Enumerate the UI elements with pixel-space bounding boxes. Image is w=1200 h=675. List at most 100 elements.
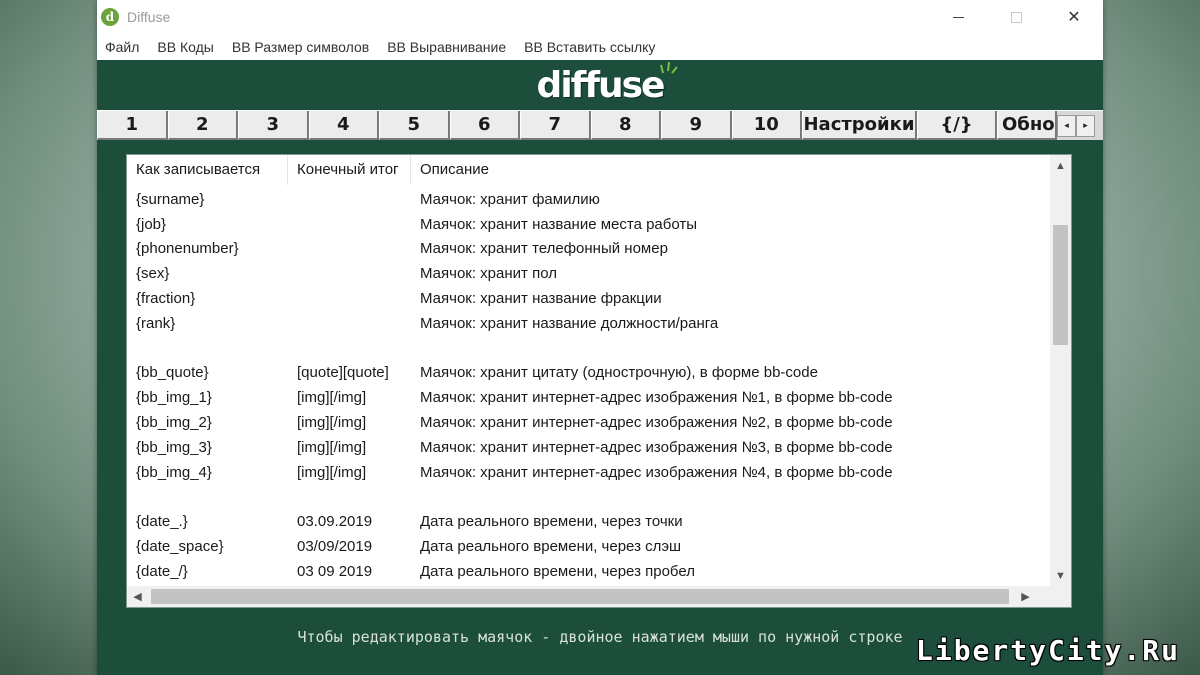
list-row[interactable]: {date_/} 03 09 2019 Дата реального времени… [127,559,1052,584]
window-controls: ✕ [929,0,1103,34]
tab-1[interactable]: 1 [97,111,168,140]
tab-settings[interactable]: Настройки [802,111,917,140]
row-syntax: {date_/} [136,562,188,580]
horizontal-scrollbar[interactable]: ◀ ▶ [127,586,1052,607]
row-syntax: {rank} [136,314,176,332]
list-row[interactable]: {date_space} 03/09/2019 Дата реального вре… [127,534,1052,559]
list-row[interactable]: {bb_img_2} [img][/img] Маячок: хранит инте… [127,410,1052,435]
row-syntax: {phonenumber} [136,240,239,258]
arrow-left-icon: ◂ [1064,120,1069,130]
menu-bb-font-size[interactable]: BB Размер символов [223,34,378,60]
window-title: Diffuse [127,9,171,25]
scroll-left-icon[interactable]: ◀ [127,586,148,607]
vertical-scroll-thumb[interactable] [1053,225,1068,345]
menu-bb-alignment[interactable]: BB Выравнивание [378,34,515,60]
list-row[interactable]: {job} Маячок: хранит название места работ… [127,212,1052,237]
tab-3[interactable]: 3 [238,111,309,140]
placeholder-list-panel: Как записывается Конечный итог Описание … [126,154,1072,608]
scroll-up-icon[interactable]: ▲ [1050,155,1071,177]
row-description: Маячок: хранит пол [420,265,557,283]
row-syntax: {fraction} [136,290,196,308]
row-description: Маячок: хранит фамилию [420,190,600,208]
row-description: Маячок: хранит цитату (однострочную), в … [420,364,818,382]
tab-code[interactable]: {/} [917,111,997,140]
row-result: 03 09 2019 [297,562,373,580]
menu-bb-insert-link[interactable]: BB Вставить ссылку [515,34,664,60]
vertical-scrollbar[interactable]: ▲ ▼ [1050,155,1071,587]
row-result: [quote][quote] [297,364,389,382]
list-row[interactable]: {date_.} 03.09.2019 Дата реального времени… [127,509,1052,534]
tab-6[interactable]: 6 [449,111,520,140]
row-description: Дата реального времени, через слэш [420,538,682,556]
logo-wordmark: diffuse [536,64,666,106]
row-result: 03.09.2019 [297,513,373,531]
row-syntax: {bb_quote} [136,364,209,382]
minimize-icon [952,16,964,18]
row-syntax: {date_space} [136,538,224,556]
list-header: Как записывается Конечный итог Описание [127,155,1052,185]
row-syntax: {job} [136,215,167,233]
arrow-right-icon: ▸ [1083,120,1088,130]
row-description: Маячок: хранит интернет-адрес изображени… [420,389,893,407]
tab-2[interactable]: 2 [167,111,238,140]
tab-scroll-controls: ◂ ▸ [1057,111,1095,140]
row-description: Маячок: хранит интернет-адрес изображени… [420,438,893,456]
row-result: [img][/img] [297,463,367,481]
close-button[interactable]: ✕ [1045,0,1103,34]
row-description: Дата реального времени, через точки [420,513,683,531]
app-logo-icon: d [101,8,119,26]
horizontal-scroll-thumb[interactable] [151,589,1009,604]
row-syntax: {sex} [136,265,170,283]
row-syntax: {bb_img_3} [136,438,212,456]
column-header-result[interactable]: Конечный итог [288,155,411,185]
row-description: Маячок: хранит название места работы [420,215,698,233]
scrollbar-corner [1050,586,1071,607]
scroll-down-icon[interactable]: ▼ [1050,565,1071,587]
app-logo: diffuse [536,61,679,106]
maximize-button[interactable] [987,0,1045,34]
row-description: Дата реального времени, через пробел [420,562,695,580]
scroll-right-icon[interactable]: ▶ [1015,586,1036,607]
row-description: Маячок: хранит интернет-адрес изображени… [420,463,893,481]
column-header-syntax[interactable]: Как записывается [127,155,288,185]
tab-9[interactable]: 9 [661,111,732,140]
row-syntax: {bb_img_2} [136,414,212,432]
list-row[interactable]: {rank} Маячок: хранит название должности/… [127,311,1052,336]
row-description: Маячок: хранит название должности/ранга [420,314,719,332]
tab-update[interactable]: Обнов [997,111,1057,140]
list-row[interactable]: {fraction} Маячок: хранит название фракци… [127,286,1052,311]
menu-bb-codes[interactable]: BB Коды [148,34,222,60]
title-bar[interactable]: d Diffuse ✕ [97,0,1103,34]
row-description: Маячок: хранит телефонный номер [420,240,668,258]
row-syntax: {surname} [136,190,205,208]
list-row[interactable] [127,485,1052,510]
minimize-button[interactable] [929,0,987,34]
row-result: [img][/img] [297,389,367,407]
logo-banner: diffuse [97,60,1103,110]
app-window: d Diffuse ✕ Файл BB Коды BB Размер симво… [97,0,1103,675]
tab-5[interactable]: 5 [379,111,450,140]
tab-7[interactable]: 7 [520,111,591,140]
tab-scroll-left-button[interactable]: ◂ [1057,114,1076,137]
column-header-description[interactable]: Описание [411,155,1052,185]
tab-4[interactable]: 4 [308,111,379,140]
watermark: LibertyCity.Ru [915,634,1180,667]
close-icon: ✕ [1067,9,1081,26]
row-description: Маячок: хранит интернет-адрес изображени… [420,414,893,432]
list-row[interactable]: {bb_quote} [quote][quote] Маячок: хранит ц… [127,361,1052,386]
row-result: [img][/img] [297,414,367,432]
list-row[interactable]: {bb_img_3} [img][/img] Маячок: хранит инте… [127,435,1052,460]
list-row[interactable]: {surname} Маячок: хранит фамилию [127,187,1052,212]
list-row[interactable]: {bb_img_1} [img][/img] Маячок: хранит инте… [127,385,1052,410]
maximize-icon [1010,11,1022,23]
list-row[interactable]: {sex} Маячок: хранит пол [127,261,1052,286]
logo-rays-icon [660,61,679,74]
list-row[interactable]: {phonenumber} Маячок: хранит телефонный н… [127,237,1052,262]
tab-scroll-right-button[interactable]: ▸ [1076,114,1095,137]
list-row[interactable] [127,336,1052,361]
menu-file[interactable]: Файл [97,34,148,60]
menu-bar: Файл BB Коды BB Размер символов BB Вырав… [97,34,1103,60]
tab-8[interactable]: 8 [590,111,661,140]
list-row[interactable]: {bb_img_4} [img][/img] Маячок: хранит инте… [127,460,1052,485]
tab-10[interactable]: 10 [731,111,802,140]
